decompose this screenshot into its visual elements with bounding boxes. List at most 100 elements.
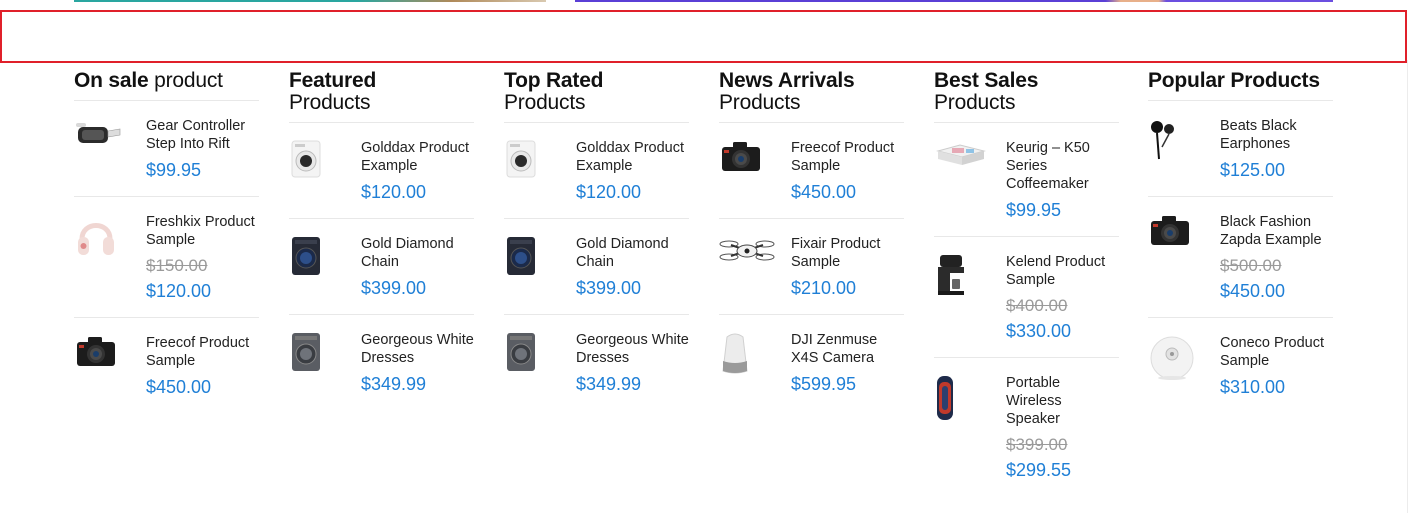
product-info: Freecof Product Sample $450.00 (791, 139, 904, 203)
product-thumbnail[interactable] (504, 331, 576, 389)
product-column: On sale product Gear Controller Step Into… (74, 70, 259, 413)
product-item[interactable]: DJI Zenmuse X4S Camera $599.95 (719, 315, 904, 410)
product-name-link[interactable]: Black Fashion Zapda Example (1220, 213, 1333, 249)
product-thumbnail[interactable] (74, 213, 146, 271)
camera-icon (74, 334, 118, 368)
old-price: $500.00 (1220, 256, 1282, 275)
product-thumbnail[interactable] (289, 139, 361, 197)
product-name-link[interactable]: Kelend Product Sample (1006, 253, 1119, 289)
product-thumbnail[interactable] (1148, 213, 1220, 271)
product-thumbnail[interactable] (719, 139, 791, 197)
product-name-link[interactable]: Beats Black Earphones (1220, 117, 1333, 153)
washer-grey-icon (289, 331, 323, 373)
product-thumbnail[interactable] (934, 374, 1006, 432)
product-name-link[interactable]: Gold Diamond Chain (576, 235, 689, 271)
drone-icon (719, 235, 775, 267)
column-title-bold: Popular Products (1148, 69, 1320, 92)
product-price: $599.95 (791, 374, 857, 394)
printer-icon (934, 139, 988, 167)
product-item[interactable]: Freecof Product Sample $450.00 (74, 318, 259, 413)
product-name-link[interactable]: Georgeous White Dresses (576, 331, 689, 367)
product-item[interactable]: Golddax Product Example $120.00 (504, 123, 689, 219)
product-thumbnail[interactable] (504, 235, 576, 293)
product-price: $330.00 (1006, 321, 1072, 341)
product-item[interactable]: Freecof Product Sample $450.00 (719, 123, 904, 219)
product-thumbnail[interactable] (719, 235, 791, 293)
washer-grey-icon (504, 331, 538, 373)
product-item[interactable]: Black Fashion Zapda Example $500.00 $450.0… (1148, 197, 1333, 318)
column-title-rest: product (148, 69, 223, 92)
product-thumbnail[interactable] (934, 253, 1006, 311)
product-name-link[interactable]: Keurig – K50 Series Coffeemaker (1006, 139, 1119, 193)
product-item[interactable]: Portable Wireless Speaker $399.00 $299.55 (934, 358, 1119, 496)
product-info: Gold Diamond Chain $399.00 (576, 235, 689, 299)
product-item[interactable]: Coneco Product Sample $310.00 (1148, 318, 1333, 413)
product-price: $349.99 (576, 374, 642, 394)
column-title-bold: Top Rated (504, 69, 604, 92)
column-title-rest: Products (504, 91, 586, 114)
product-price: $210.00 (791, 278, 857, 298)
product-info: Kelend Product Sample $400.00 $330.00 (1006, 253, 1119, 342)
product-item[interactable]: Gold Diamond Chain $399.00 (504, 219, 689, 315)
product-thumbnail[interactable] (1148, 117, 1220, 175)
product-name-link[interactable]: Golddax Product Example (576, 139, 689, 175)
product-info: Freecof Product Sample $450.00 (146, 334, 259, 398)
smart-speaker-icon (719, 331, 751, 375)
product-item[interactable]: Gear Controller Step Into Rift $99.95 (74, 101, 259, 197)
washer-dark-icon (289, 235, 323, 277)
product-name-link[interactable]: Coneco Product Sample (1220, 334, 1333, 370)
column-title-rest: Products (934, 91, 1016, 114)
product-thumbnail[interactable] (289, 235, 361, 293)
old-price: $150.00 (146, 256, 208, 275)
product-info: Georgeous White Dresses $349.99 (361, 331, 474, 395)
product-thumbnail[interactable] (74, 117, 146, 175)
product-name-link[interactable]: Freecof Product Sample (791, 139, 904, 175)
right-divider (1407, 60, 1408, 513)
product-thumbnail[interactable] (74, 334, 146, 392)
column-title-bold: Featured (289, 69, 377, 92)
product-name-link[interactable]: Fixair Product Sample (791, 235, 904, 271)
product-price: $99.95 (1006, 200, 1062, 220)
earphones-icon (1148, 117, 1178, 163)
product-item[interactable]: Georgeous White Dresses $349.99 (289, 315, 474, 410)
product-name-link[interactable]: DJI Zenmuse X4S Camera (791, 331, 904, 367)
product-item[interactable]: Kelend Product Sample $400.00 $330.00 (934, 237, 1119, 358)
product-name-link[interactable]: Freshkix Product Sample (146, 213, 259, 249)
column-title: Best Sales Products (934, 70, 1119, 123)
product-name-link[interactable]: Georgeous White Dresses (361, 331, 474, 367)
product-item[interactable]: Gold Diamond Chain $399.00 (289, 219, 474, 315)
product-item[interactable]: Freshkix Product Sample $150.00 $120.00 (74, 197, 259, 318)
portable-speaker-icon (934, 374, 956, 422)
product-price: $399.00 (576, 278, 642, 298)
product-price: $450.00 (791, 182, 857, 202)
product-item[interactable]: Golddax Product Example $120.00 (289, 123, 474, 219)
column-title: On sale product (74, 70, 259, 101)
headphones-icon (74, 213, 118, 263)
product-price: $399.00 (361, 278, 427, 298)
product-name-link[interactable]: Portable Wireless Speaker (1006, 374, 1119, 428)
product-item[interactable]: Fixair Product Sample $210.00 (719, 219, 904, 315)
product-name-link[interactable]: Gear Controller Step Into Rift (146, 117, 259, 153)
product-column: Popular Products Beats Black Earphones $12… (1148, 70, 1333, 413)
product-thumbnail[interactable] (504, 139, 576, 197)
product-price: $120.00 (576, 182, 642, 202)
product-item[interactable]: Georgeous White Dresses $349.99 (504, 315, 689, 410)
product-name-link[interactable]: Gold Diamond Chain (361, 235, 474, 271)
product-price: $450.00 (1220, 281, 1286, 301)
product-name-link[interactable]: Golddax Product Example (361, 139, 474, 175)
product-item[interactable]: Keurig – K50 Series Coffeemaker $99.95 (934, 123, 1119, 237)
banner-strip-right (575, 0, 1333, 2)
product-name-link[interactable]: Freecof Product Sample (146, 334, 259, 370)
product-info: Freshkix Product Sample $150.00 $120.00 (146, 213, 259, 302)
product-item[interactable]: Beats Black Earphones $125.00 (1148, 101, 1333, 197)
product-info: Gear Controller Step Into Rift $99.95 (146, 117, 259, 181)
product-info: DJI Zenmuse X4S Camera $599.95 (791, 331, 904, 395)
product-thumbnail[interactable] (719, 331, 791, 389)
product-thumbnail[interactable] (934, 139, 1006, 197)
product-thumbnail[interactable] (1148, 334, 1220, 392)
product-thumbnail[interactable] (289, 331, 361, 389)
product-price: $310.00 (1220, 377, 1286, 397)
product-info: Gold Diamond Chain $399.00 (361, 235, 474, 299)
product-info: Fixair Product Sample $210.00 (791, 235, 904, 299)
banner-strip-left (74, 0, 546, 2)
